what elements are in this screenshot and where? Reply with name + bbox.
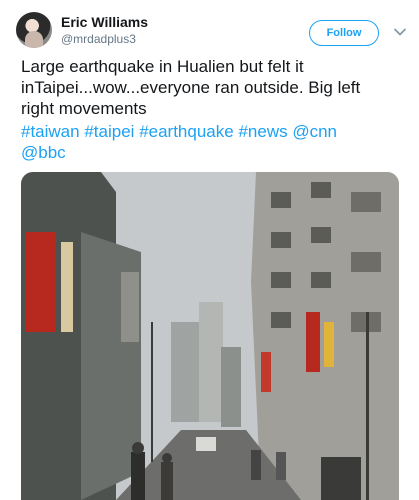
mention-link[interactable]: @bbc	[21, 143, 66, 162]
tweet-text-line: right movements	[21, 99, 147, 118]
mention-link[interactable]: @cnn	[292, 122, 337, 141]
hashtag-link[interactable]: #news	[238, 122, 287, 141]
chevron-down-icon[interactable]	[393, 25, 407, 39]
tweet-text-line: inTaipei...wow...everyone ran outside. B…	[21, 78, 361, 97]
tags-row: @bbc	[21, 142, 406, 163]
tweet-text: Large earthquake in Hualien but felt it …	[21, 56, 406, 119]
hashtag-link[interactable]: #taipei	[84, 122, 134, 141]
tweet-text-line: Large earthquake in Hualien but felt it	[21, 57, 304, 76]
author-block: Eric Williams @mrdadplus3	[61, 14, 148, 47]
author-handle[interactable]: @mrdadplus3	[61, 32, 148, 47]
tweet-header: Eric Williams @mrdadplus3 Follow	[0, 0, 419, 56]
tags-row: #taiwan #taipei #earthquake #news @cnn	[21, 121, 406, 142]
street-photo-icon	[21, 172, 399, 500]
hashtag-link[interactable]: #taiwan	[21, 122, 80, 141]
follow-button[interactable]: Follow	[309, 20, 379, 46]
hashtag-link[interactable]: #earthquake	[139, 122, 234, 141]
tweet-card: Eric Williams @mrdadplus3 Follow Large e…	[0, 0, 419, 500]
tweet-photo[interactable]	[21, 172, 399, 500]
author-name[interactable]: Eric Williams	[61, 14, 148, 31]
avatar[interactable]	[16, 12, 52, 48]
tweet-tags: #taiwan #taipei #earthquake #news @cnn @…	[21, 121, 406, 163]
